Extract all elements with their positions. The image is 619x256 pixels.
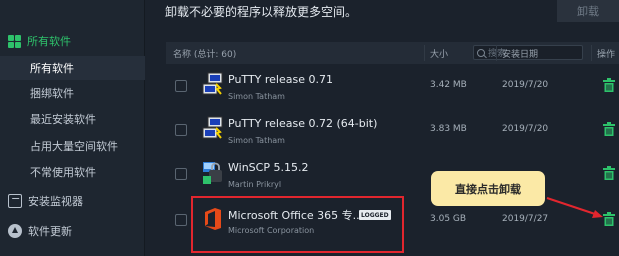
col-size[interactable]: 大小 xyxy=(430,47,448,60)
app-install-date: 2019/7/20 xyxy=(502,80,549,90)
row-checkbox[interactable] xyxy=(175,124,187,136)
col-install-date[interactable]: 安装日期 xyxy=(502,47,538,60)
search-icon xyxy=(477,48,485,57)
sidebar: 所有软件 所有软件 捆绑软件 最近安装软件 占用大量空间软件 不常使用软件 安装… xyxy=(0,0,145,256)
col-action: 操作 xyxy=(597,50,616,60)
sidebar-item-bundled[interactable]: 捆绑软件 xyxy=(0,81,145,105)
putty-icon xyxy=(202,116,223,139)
winscp-icon xyxy=(203,162,222,184)
putty-icon xyxy=(202,72,223,95)
app-size: 3.42 MB xyxy=(430,80,467,90)
app-size: 3.05 GB xyxy=(430,214,467,224)
app-publisher: Simon Tatham xyxy=(228,136,285,145)
grid-icon xyxy=(8,34,21,48)
col-name[interactable]: 名称 (总计: 60) xyxy=(173,47,236,60)
app-publisher: Martin Prikryl xyxy=(228,180,282,189)
app-size: 3.83 MB xyxy=(430,124,467,134)
app-name: PuTTY release 0.71 xyxy=(228,73,333,86)
update-label: 软件更新 xyxy=(28,225,72,238)
sidebar-item-unused[interactable]: 不常使用软件 xyxy=(0,160,145,184)
row-checkbox[interactable] xyxy=(175,168,187,180)
table-row[interactable]: PuTTY release 0.71 Simon Tatham 3.42 MB … xyxy=(166,64,619,110)
row-checkbox[interactable] xyxy=(175,80,187,92)
sidebar-item-all[interactable]: 所有软件 xyxy=(0,56,145,80)
app-publisher: Simon Tatham xyxy=(228,92,285,101)
arrow-icon xyxy=(546,197,603,218)
page-description: 卸载不必要的程序以释放更多空间。 xyxy=(165,5,358,19)
app-install-date: 2019/7/27 xyxy=(502,214,549,224)
trash-icon[interactable] xyxy=(603,166,615,180)
monitor-icon xyxy=(8,194,22,208)
app-name: WinSCP 5.15.2 xyxy=(228,161,309,174)
sidebar-item-monitor[interactable]: 安装监视器 xyxy=(0,189,145,213)
column-divider xyxy=(424,45,425,61)
nav-all-software-label: 所有软件 xyxy=(27,35,71,48)
app-name: PuTTY release 0.72 (64-bit) xyxy=(228,117,378,130)
nav-all-software[interactable]: 所有软件 xyxy=(0,30,145,52)
table-row[interactable]: PuTTY release 0.72 (64-bit) Simon Tatham… xyxy=(166,108,619,154)
highlight-box xyxy=(191,196,404,253)
sidebar-item-large[interactable]: 占用大量空间软件 xyxy=(0,134,145,158)
trash-icon[interactable] xyxy=(603,122,615,136)
trash-icon[interactable] xyxy=(603,78,615,92)
app-install-date: 2019/7/20 xyxy=(502,124,549,134)
update-icon xyxy=(8,224,22,238)
row-checkbox[interactable] xyxy=(175,214,187,226)
table-header: 名称 (总计: 60) 搜索 大小 安装日期 操作 xyxy=(166,42,619,64)
sidebar-item-update[interactable]: 软件更新 xyxy=(0,219,145,243)
column-divider xyxy=(591,45,592,61)
callout-note: 直接点击卸载 xyxy=(431,171,545,206)
sidebar-item-recent[interactable]: 最近安装软件 xyxy=(0,107,145,131)
table-row[interactable]: WinSCP 5.15.2 Martin Prikryl xyxy=(166,152,619,198)
monitor-label: 安装监视器 xyxy=(28,195,83,208)
uninstall-button[interactable]: 卸载 xyxy=(557,0,619,22)
column-divider xyxy=(496,45,497,61)
